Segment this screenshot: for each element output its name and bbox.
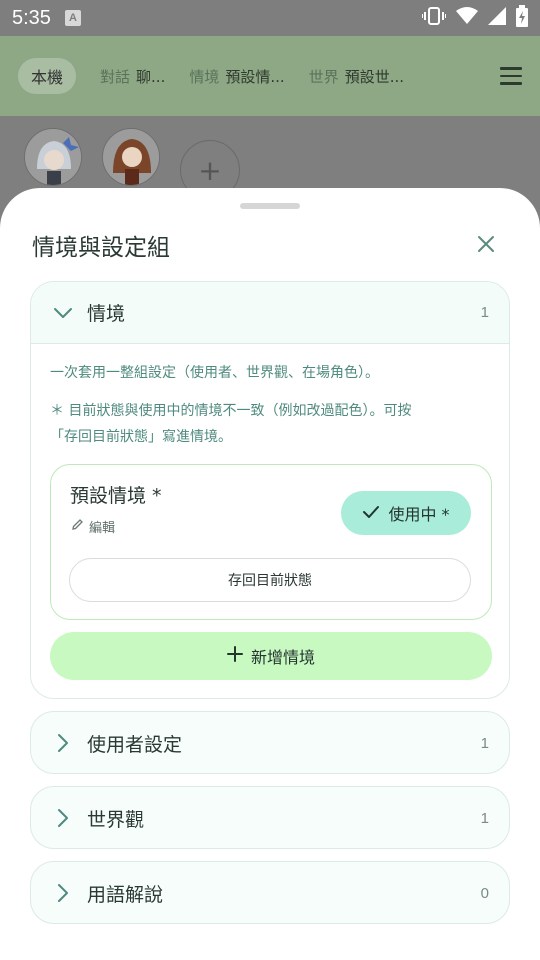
notification-a-icon: A (64, 10, 81, 26)
pencil-icon (71, 518, 84, 535)
section-worldview-count: 1 (480, 809, 489, 827)
section-glossary[interactable]: 用語解說 0 (30, 861, 510, 924)
battery-icon (516, 5, 528, 31)
vibrate-icon (421, 6, 447, 30)
section-glossary-count: 0 (480, 884, 489, 902)
close-icon (477, 235, 495, 257)
in-use-label: 使用中 * (388, 505, 450, 524)
check-icon (362, 504, 380, 523)
tab-chat-value: 聊... (136, 67, 166, 86)
tab-scenario-key: 情境 (189, 67, 220, 86)
chevron-right-icon (51, 881, 75, 905)
tab-world-key: 世界 (308, 67, 339, 86)
section-scenario: 情境 1 一次套用一整組設定（使用者、世界觀、在場角色）。 ＊ 目前狀態與使用中… (30, 281, 510, 699)
scenario-warning-line-1: ＊ 目前狀態與使用中的情境不一致（例如改過配色）。可按 (50, 403, 412, 419)
in-use-button[interactable]: 使用中 * (341, 491, 471, 535)
save-current-state-button[interactable]: 存回目前狀態 (69, 558, 471, 602)
section-user-settings-label: 使用者設定 (87, 733, 183, 756)
chevron-right-icon (51, 731, 75, 755)
edit-button[interactable]: 編輯 (71, 517, 115, 536)
tab-chat[interactable]: 對話 聊... (100, 66, 165, 87)
menu-icon[interactable] (500, 67, 522, 85)
section-scenario-header[interactable]: 情境 1 (31, 282, 509, 344)
signal-icon (488, 7, 506, 29)
scenario-card: 預設情境 * 編輯 使用中 * 存回目前狀態 (50, 464, 492, 620)
tab-scenario[interactable]: 情境 預設情... (189, 66, 284, 87)
tab-world-value: 預設世... (344, 67, 404, 86)
add-scenario-button[interactable]: 新增情境 (50, 632, 492, 680)
scenario-name: 預設情境 * (70, 485, 162, 507)
add-scenario-label: 新增情境 (250, 648, 315, 667)
section-worldview-label: 世界觀 (87, 808, 145, 831)
tab-device[interactable]: 本機 (18, 58, 77, 94)
section-scenario-count: 1 (480, 304, 489, 321)
plus-icon (226, 646, 243, 666)
app-header: 本機 對話 聊... 情境 預設情... 世界 預設世... (0, 36, 540, 116)
sheet-title: 情境與設定組 (32, 235, 170, 261)
chevron-right-icon (51, 806, 75, 830)
scenario-warning-line-2: 「存回目前狀態」寫進情境。 (50, 429, 232, 445)
scenario-sheet: 情境與設定組 情境 1 一次套用一整組設定（使用者、世界觀、在場角色）。 ＊ 目… (0, 188, 540, 960)
section-worldview[interactable]: 世界觀 1 (30, 786, 510, 849)
status-bar: 5:35 A (0, 0, 540, 36)
scenario-description: 一次套用一整組設定（使用者、世界觀、在場角色）。 (50, 365, 379, 381)
chevron-down-icon (51, 301, 75, 325)
status-time: 5:35 (12, 6, 51, 29)
character-avatar-1[interactable] (24, 128, 82, 186)
section-user-settings-count: 1 (480, 734, 489, 752)
section-scenario-label: 情境 (87, 303, 126, 325)
tab-world[interactable]: 世界 預設世... (309, 66, 404, 87)
character-avatar-2[interactable] (102, 128, 160, 186)
close-button[interactable] (470, 230, 502, 262)
edit-label: 編輯 (89, 521, 116, 536)
drag-handle[interactable] (240, 203, 300, 209)
tab-scenario-value: 預設情... (225, 67, 285, 86)
tab-chat-key: 對話 (100, 67, 131, 86)
wifi-icon (456, 7, 478, 29)
section-user-settings[interactable]: 使用者設定 1 (30, 711, 510, 774)
section-glossary-label: 用語解說 (87, 883, 164, 906)
